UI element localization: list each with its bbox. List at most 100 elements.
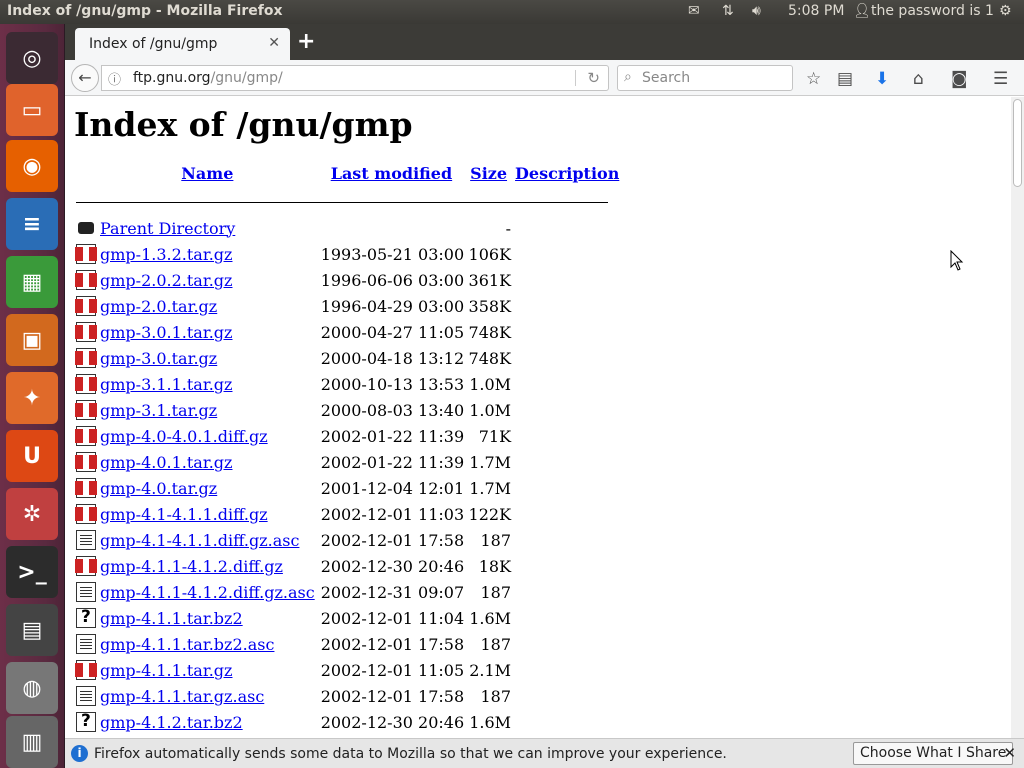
launcher-libreoffice-calc[interactable]: ▦ [6, 256, 58, 308]
file-link[interactable]: gmp-1.3.2.tar.gz [100, 245, 232, 264]
name-cell: gmp-4.1.1.tar.gz [98, 657, 317, 683]
ubuntu-dash-icon: ◎ [22, 45, 42, 71]
file-link[interactable]: gmp-4.1.1-4.1.2.diff.gz.asc [100, 583, 315, 602]
url-bar[interactable]: ⓘ ftp.gnu.org/gnu/gmp/ ↻ [101, 65, 609, 91]
compressed-file-icon [75, 426, 97, 447]
sort-by-modified-link[interactable]: Last modified [331, 164, 452, 183]
launcher-trash[interactable]: ▥ [6, 716, 58, 768]
mail-icon[interactable]: ✉ [688, 3, 700, 19]
launcher-terminal[interactable]: >_ [6, 546, 58, 598]
file-link[interactable]: gmp-2.0.tar.gz [100, 297, 217, 316]
file-link[interactable]: gmp-3.1.tar.gz [100, 401, 217, 420]
gear-icon[interactable]: ⚙ [999, 3, 1012, 19]
size-cell: - [505, 218, 512, 238]
launcher-software-center[interactable]: ✦ [6, 372, 58, 424]
file-link[interactable]: gmp-4.1-4.1.1.diff.gz [100, 505, 268, 524]
file-link[interactable]: gmp-2.0.2.tar.gz [100, 271, 232, 290]
file-link[interactable]: gmp-4.1.2.tar.bz2 [100, 713, 243, 732]
volume-icon[interactable]: 🔊︎ [752, 3, 761, 19]
modified-cell: 2000-10-13 13:53 [320, 374, 465, 394]
sort-by-description-link[interactable]: Description [515, 164, 619, 183]
file-row: gmp-4.1.1.tar.bz2 2002-12-01 11:041.6M [74, 605, 623, 631]
name-cell: gmp-3.0.1.tar.gz [98, 319, 317, 345]
unknown-file-icon [76, 711, 96, 733]
launcher-workspace-switcher[interactable]: ▤ [6, 604, 58, 656]
tab-bar: Index of /gnu/gmp ✕ + [65, 24, 1024, 60]
modified-column-header: Last modified [317, 162, 466, 189]
size-cell: 1.7M [469, 452, 512, 472]
scrollbar-thumb[interactable] [1013, 99, 1022, 187]
compressed-file-icon [75, 452, 97, 473]
file-row: gmp-4.0-4.0.1.diff.gz 2002-01-22 11:39 71K [74, 423, 623, 449]
network-icon[interactable]: ⇅ [722, 3, 734, 19]
reading-list-icon[interactable]: ▤ [837, 69, 853, 89]
description-cell [511, 553, 623, 579]
search-input[interactable]: ⌕ Search [617, 65, 793, 91]
file-link[interactable]: gmp-3.0.1.tar.gz [100, 323, 232, 342]
tab-active[interactable]: Index of /gnu/gmp ✕ [75, 28, 290, 60]
file-link[interactable]: gmp-4.1-4.1.1.diff.gz.asc [100, 531, 299, 550]
text-file-icon [76, 582, 96, 603]
icon-cell [74, 579, 98, 605]
description-cell [511, 423, 623, 449]
launcher-files[interactable]: ▭ [6, 84, 58, 136]
new-tab-icon[interactable]: + [297, 29, 315, 54]
launcher-dvd[interactable]: ◍ [6, 662, 58, 714]
file-row: gmp-4.1.1-4.1.2.diff.gz.asc 2002-12-31 09… [74, 579, 623, 605]
modified-cell [317, 215, 466, 241]
modified-cell: 2002-12-30 20:46 [320, 556, 465, 576]
name-cell: gmp-4.1-4.1.1.diff.gz.asc [98, 527, 317, 553]
file-link[interactable]: gmp-4.1.1.tar.bz2.asc [100, 635, 274, 654]
menu-icon[interactable]: ☰ [993, 69, 1008, 89]
file-link[interactable]: gmp-4.0.tar.gz [100, 479, 217, 498]
description-cell [511, 579, 623, 605]
modified-cell: 2002-12-01 11:03 [320, 504, 465, 524]
file-link[interactable]: gmp-3.1.1.tar.gz [100, 375, 232, 394]
file-link[interactable]: gmp-4.0-4.0.1.diff.gz [100, 427, 268, 446]
modified-cell: 2002-12-01 11:04 [320, 608, 465, 628]
description-cell [511, 319, 623, 345]
sort-by-name-link[interactable]: Name [181, 164, 233, 183]
modified-cell: 1996-06-06 03:00 [320, 270, 465, 290]
sort-by-size-link[interactable]: Size [470, 164, 507, 183]
icon-cell [74, 345, 98, 371]
launcher-system-settings[interactable]: ✲ [6, 488, 58, 540]
reload-icon[interactable]: ↻ [587, 69, 600, 87]
launcher-ubuntu-dash[interactable]: ◎ [6, 32, 58, 84]
launcher-libreoffice-impress[interactable]: ▣ [6, 314, 58, 366]
file-link[interactable]: gmp-3.0.tar.gz [100, 349, 217, 368]
file-link[interactable]: gmp-4.0.1.tar.gz [100, 453, 232, 472]
name-cell: gmp-4.1.1-4.1.2.diff.gz.asc [98, 579, 317, 605]
download-icon[interactable]: ⬇ [875, 69, 889, 89]
url-separator [575, 70, 576, 86]
user-icon[interactable]: 👤︎ [853, 3, 871, 19]
launcher-ubuntu-one[interactable]: U [6, 430, 58, 482]
file-row: gmp-4.1-4.1.1.diff.gz.asc 2002-12-01 17:5… [74, 527, 623, 553]
text-file-icon [76, 686, 96, 707]
clock[interactable]: 5:08 PM [788, 3, 844, 19]
back-button[interactable]: ← [71, 64, 99, 92]
choose-what-i-share-button[interactable]: Choose What I Share [853, 742, 1014, 765]
parent-directory-link[interactable]: Parent Directory [100, 219, 235, 238]
pocket-icon[interactable]: ◙ [951, 69, 968, 89]
launcher-libreoffice-writer[interactable]: ≡ [6, 198, 58, 250]
name-cell: gmp-1.3.2.tar.gz [98, 241, 317, 267]
file-link[interactable]: gmp-4.1.1.tar.gz.asc [100, 687, 264, 706]
home-icon[interactable]: ⌂ [913, 69, 924, 89]
modified-cell: 2002-12-01 11:05 [320, 660, 465, 680]
file-row: gmp-4.1.1-4.1.2.diff.gz 2002-12-30 20:46 1… [74, 553, 623, 579]
file-link[interactable]: gmp-4.1.1-4.1.2.diff.gz [100, 557, 283, 576]
bookmark-star-icon[interactable]: ☆ [806, 69, 821, 89]
icon-cell [74, 293, 98, 319]
icon-cell [74, 709, 98, 735]
close-notification-icon[interactable]: ✕ [1003, 744, 1016, 762]
description-cell [511, 605, 623, 631]
user-name[interactable]: the password is 1 [871, 3, 994, 19]
info-icon[interactable]: ⓘ [108, 69, 121, 88]
file-link[interactable]: gmp-4.1.1.tar.bz2 [100, 609, 243, 628]
launcher-firefox[interactable]: ◉ [6, 140, 58, 192]
size-cell: 1.0M [469, 400, 512, 420]
file-link[interactable]: gmp-4.1.1.tar.gz [100, 661, 232, 680]
vertical-scrollbar[interactable] [1011, 97, 1024, 738]
close-tab-icon[interactable]: ✕ [268, 35, 280, 51]
